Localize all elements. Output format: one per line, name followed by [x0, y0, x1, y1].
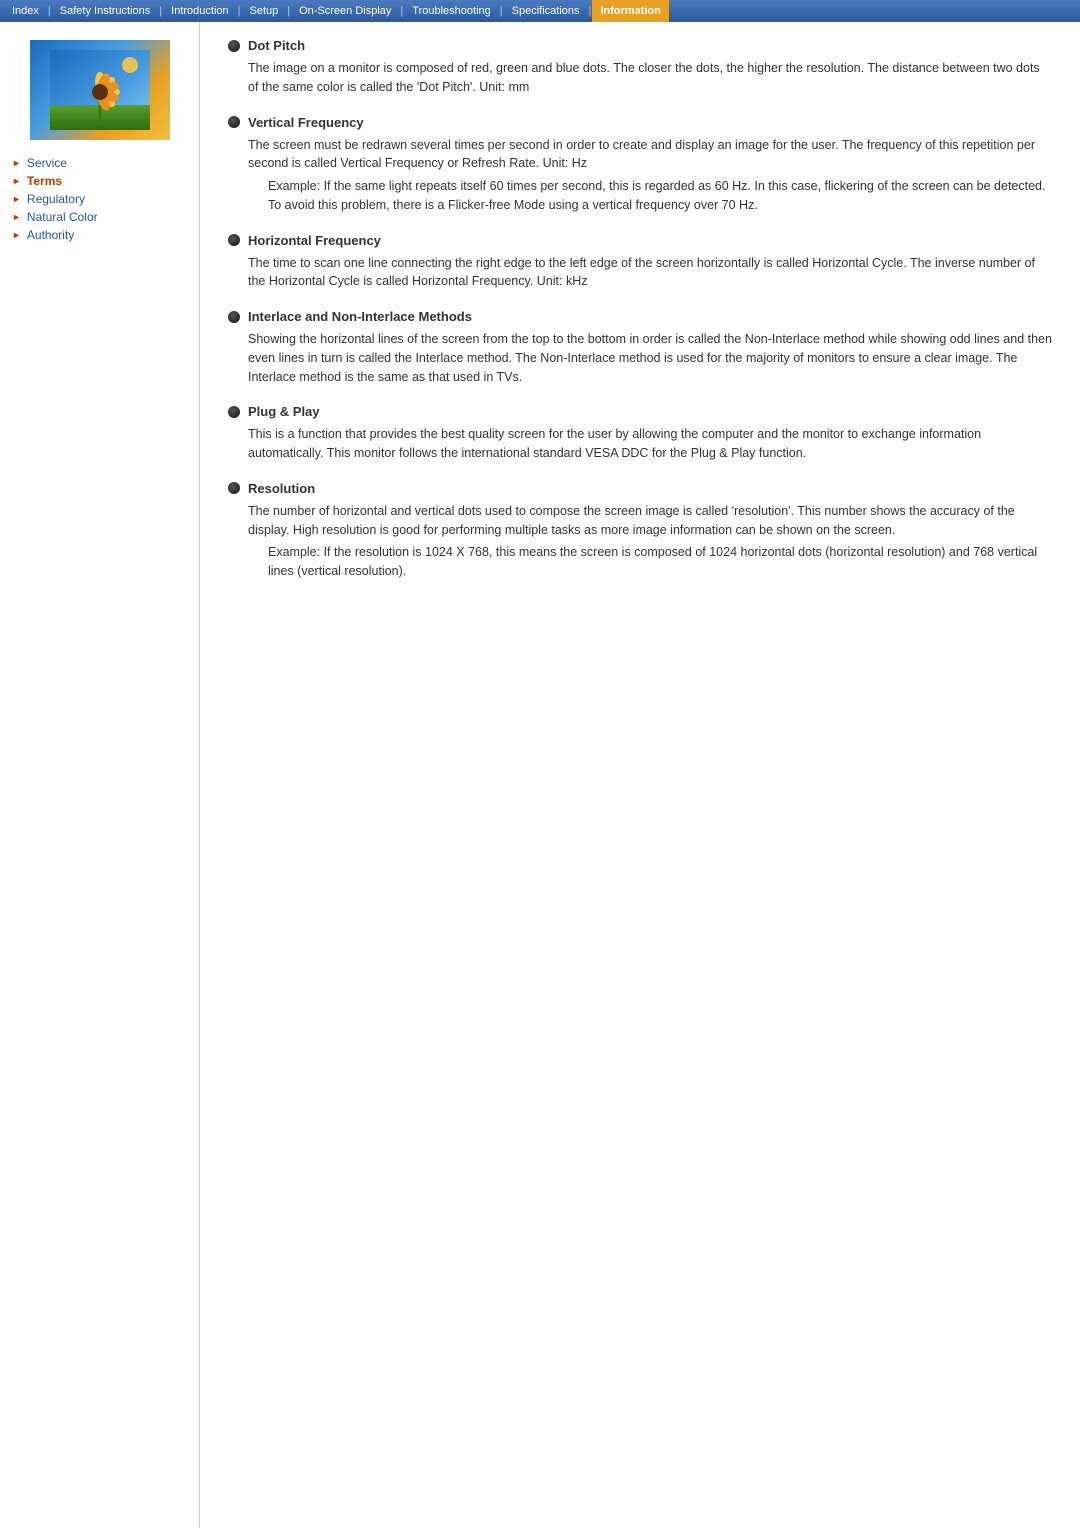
main-layout: Information ► Service ► Terms ► Regulato…: [0, 22, 1080, 1528]
bullet-plug-play: [228, 406, 240, 418]
section-title-plug-play: Plug & Play: [248, 404, 320, 419]
nav-osd[interactable]: On-Screen Display: [291, 0, 399, 22]
section-title-horizontal-freq: Horizontal Frequency: [248, 233, 381, 248]
nav-specifications[interactable]: Specifications: [504, 0, 588, 22]
section-dot-pitch-header: Dot Pitch: [228, 38, 1052, 53]
section-resolution: Resolution The number of horizontal and …: [228, 481, 1052, 581]
section-body-plug-play: This is a function that provides the bes…: [248, 425, 1052, 463]
nav-troubleshooting[interactable]: Troubleshooting: [404, 0, 498, 22]
section-body-horizontal-freq: The time to scan one line connecting the…: [248, 254, 1052, 292]
nav-information[interactable]: Information: [592, 0, 669, 22]
section-horizontal-freq: Horizontal Frequency The time to scan on…: [228, 233, 1052, 292]
section-example-vertical-freq: Example: If the same light repeats itsel…: [268, 177, 1052, 215]
arrow-icon-service: ►: [12, 158, 21, 168]
bullet-resolution: [228, 482, 240, 494]
sidebar-link-terms[interactable]: ► Terms: [12, 172, 187, 190]
sidebar-link-naturalcolor[interactable]: ► Natural Color: [12, 208, 187, 226]
sidebar-flower-graphic: [50, 50, 150, 130]
bullet-vertical-freq: [228, 116, 240, 128]
section-dot-pitch: Dot Pitch The image on a monitor is comp…: [228, 38, 1052, 97]
sidebar: Information ► Service ► Terms ► Regulato…: [0, 22, 200, 1528]
nav-index[interactable]: Index: [4, 0, 47, 22]
nav-introduction[interactable]: Introduction: [163, 0, 236, 22]
nav-setup[interactable]: Setup: [241, 0, 286, 22]
section-title-resolution: Resolution: [248, 481, 315, 496]
content-area: Dot Pitch The image on a monitor is comp…: [200, 22, 1080, 1528]
arrow-icon-authority: ►: [12, 230, 21, 240]
section-plug-play-header: Plug & Play: [228, 404, 1052, 419]
section-title-vertical-freq: Vertical Frequency: [248, 115, 364, 130]
sidebar-link-service[interactable]: ► Service: [12, 154, 187, 172]
arrow-icon-naturalcolor: ►: [12, 212, 21, 222]
section-body-dot-pitch: The image on a monitor is composed of re…: [248, 59, 1052, 97]
sidebar-link-regulatory[interactable]: ► Regulatory: [12, 190, 187, 208]
section-vertical-freq: Vertical Frequency The screen must be re…: [228, 115, 1052, 215]
section-title-dot-pitch: Dot Pitch: [248, 38, 305, 53]
bullet-interlace: [228, 311, 240, 323]
section-horizontal-freq-header: Horizontal Frequency: [228, 233, 1052, 248]
section-example-resolution: Example: If the resolution is 1024 X 768…: [268, 543, 1052, 581]
section-interlace: Interlace and Non-Interlace Methods Show…: [228, 309, 1052, 386]
section-interlace-header: Interlace and Non-Interlace Methods: [228, 309, 1052, 324]
section-plug-play: Plug & Play This is a function that prov…: [228, 404, 1052, 463]
section-body-vertical-freq: The screen must be redrawn several times…: [248, 136, 1052, 174]
bullet-dot-pitch: [228, 40, 240, 52]
section-body-interlace: Showing the horizontal lines of the scre…: [248, 330, 1052, 386]
sidebar-links: ► Service ► Terms ► Regulatory ► Natural…: [0, 148, 199, 250]
section-vertical-freq-header: Vertical Frequency: [228, 115, 1052, 130]
arrow-icon-terms: ►: [12, 176, 21, 186]
section-body-resolution: The number of horizontal and vertical do…: [248, 502, 1052, 540]
sidebar-link-authority[interactable]: ► Authority: [12, 226, 187, 244]
bullet-horizontal-freq: [228, 234, 240, 246]
sidebar-image-container: Information: [30, 40, 170, 140]
section-title-interlace: Interlace and Non-Interlace Methods: [248, 309, 472, 324]
top-navigation: Index | Safety Instructions | Introducti…: [0, 0, 1080, 22]
nav-safety[interactable]: Safety Instructions: [52, 0, 159, 22]
sidebar-banner: [30, 40, 170, 140]
arrow-icon-regulatory: ►: [12, 194, 21, 204]
section-resolution-header: Resolution: [228, 481, 1052, 496]
